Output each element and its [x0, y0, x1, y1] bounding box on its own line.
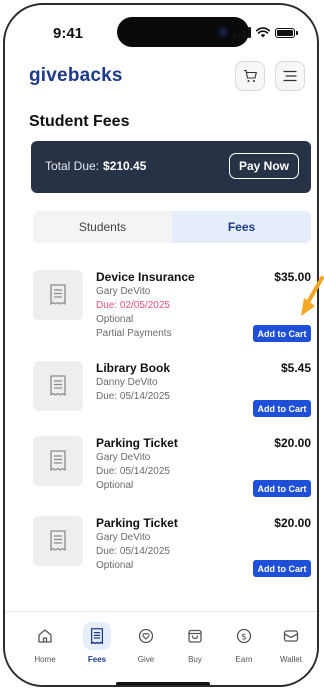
- fee-due-date: Due: 05/14/2025: [96, 466, 170, 477]
- nav-give-label: Give: [137, 655, 155, 664]
- nav-earn-label: Earn: [235, 655, 253, 664]
- fee-name: Device Insurance: [96, 270, 195, 284]
- fee-item: Parking Ticket $20.00 Gary DeVito Due: 0…: [33, 436, 311, 500]
- system-indicators: [233, 27, 298, 38]
- dynamic-island: [117, 17, 249, 47]
- nav-home[interactable]: Home: [25, 622, 65, 664]
- nav-home-label: Home: [34, 655, 56, 664]
- fee-due-date: Due: 02/05/2025: [96, 300, 170, 311]
- fee-item: Device Insurance $35.00 Gary DeVito Due:…: [33, 270, 311, 350]
- fee-due-date: Due: 05/14/2025: [96, 391, 170, 402]
- nav-wallet-label: Wallet: [280, 655, 302, 664]
- fee-name: Parking Ticket: [96, 436, 178, 450]
- fee-student: Gary DeVito: [96, 532, 151, 543]
- fee-student: Danny DeVito: [96, 377, 158, 388]
- svg-text:$: $: [241, 632, 247, 642]
- hamburger-icon: [283, 70, 297, 82]
- fee-optional: Optional: [96, 560, 134, 571]
- fee-thumbnail: [33, 361, 83, 411]
- fee-optional: Optional: [96, 314, 134, 325]
- callout-arrow-icon: [301, 276, 324, 316]
- fee-partial-payments: Partial Payments: [96, 328, 172, 339]
- fee-amount: $20.00: [274, 516, 311, 530]
- fee-item: Parking Ticket $20.00 Gary DeVito Due: 0…: [33, 516, 311, 580]
- segment-tabs: Students Fees: [33, 211, 311, 243]
- home-icon: [31, 622, 59, 650]
- dollar-icon: $: [230, 622, 258, 650]
- camera-icon: [217, 26, 229, 38]
- wifi-icon: [256, 27, 270, 38]
- fee-thumbnail: [33, 270, 83, 320]
- fee-thumbnail: [33, 516, 83, 566]
- total-due-label: Total Due: $210.45: [45, 159, 146, 173]
- total-due-text: Total Due:: [45, 159, 100, 173]
- total-due-panel: Total Due: $210.45 Pay Now: [31, 141, 311, 193]
- shopping-bag-icon: [181, 622, 209, 650]
- fee-name: Parking Ticket: [96, 516, 178, 530]
- signal-icon: [233, 27, 251, 38]
- cart-button[interactable]: [235, 61, 265, 91]
- fee-due-date: Due: 05/14/2025: [96, 546, 170, 557]
- nav-give[interactable]: Give: [126, 622, 166, 664]
- fee-student: Gary DeVito: [96, 286, 151, 297]
- receipt-icon: [50, 450, 66, 471]
- fee-amount: $5.45: [280, 361, 311, 375]
- receipt-icon: [50, 530, 66, 551]
- wallet-icon: [277, 622, 305, 650]
- battery-icon: [275, 27, 298, 38]
- status-bar: 9:41: [5, 5, 317, 61]
- receipt-icon: [50, 375, 66, 396]
- status-time: 9:41: [53, 25, 84, 42]
- nav-buy[interactable]: Buy: [175, 622, 215, 664]
- pay-now-button[interactable]: Pay Now: [228, 153, 299, 179]
- receipt-icon: [83, 622, 111, 650]
- add-to-cart-button[interactable]: Add to Cart: [253, 560, 311, 577]
- nav-fees-label: Fees: [87, 655, 107, 664]
- fee-optional: Optional: [96, 480, 134, 491]
- givebacks-logo[interactable]: givebacks: [29, 65, 123, 87]
- tab-fees[interactable]: Fees: [172, 211, 311, 243]
- add-to-cart-button[interactable]: Add to Cart: [253, 325, 311, 342]
- menu-button[interactable]: [275, 61, 305, 91]
- fee-name: Library Book: [96, 361, 171, 375]
- fee-amount: $20.00: [274, 436, 311, 450]
- nav-fees[interactable]: Fees: [77, 622, 117, 664]
- page-title: Student Fees: [29, 113, 130, 130]
- heart-icon: [132, 622, 160, 650]
- home-indicator: [116, 682, 210, 685]
- bottom-tab-bar: Home Fees Give Buy $ Earn Wallet: [5, 611, 317, 685]
- fee-thumbnail: [33, 436, 83, 486]
- total-due-amount: $210.45: [103, 159, 147, 173]
- tab-students[interactable]: Students: [33, 211, 172, 243]
- cart-icon: [243, 69, 257, 82]
- fee-item: Library Book $5.45 Danny DeVito Due: 05/…: [33, 361, 311, 421]
- nav-wallet[interactable]: Wallet: [271, 622, 311, 664]
- nav-buy-label: Buy: [188, 655, 202, 664]
- receipt-icon: [50, 284, 66, 305]
- add-to-cart-button[interactable]: Add to Cart: [253, 400, 311, 417]
- fee-student: Gary DeVito: [96, 452, 151, 463]
- app-header: givebacks: [5, 61, 317, 101]
- add-to-cart-button[interactable]: Add to Cart: [253, 480, 311, 497]
- phone-frame: 9:41 givebacks Student Fees Total Due: $2…: [3, 3, 319, 687]
- nav-earn[interactable]: $ Earn: [224, 622, 264, 664]
